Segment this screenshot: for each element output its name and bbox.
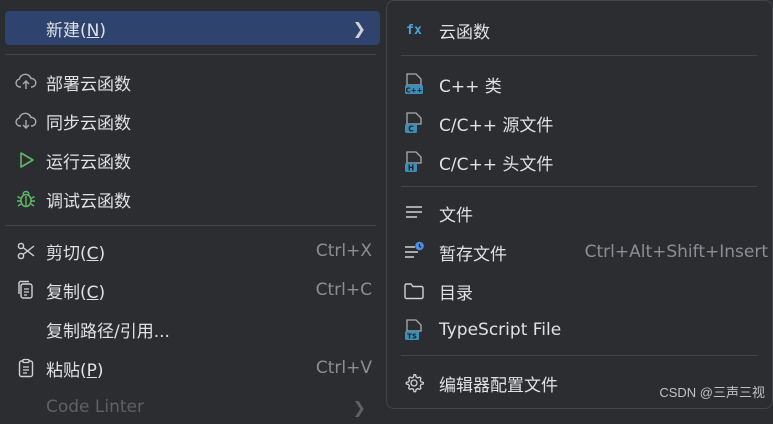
menu-item-label: 复制路径/引用... [46, 321, 170, 342]
debug-bug-icon [15, 188, 37, 210]
fx-glyph: fx [406, 22, 422, 38]
gear-icon [403, 372, 425, 394]
menu-separator [6, 225, 376, 226]
menu-separator [6, 54, 376, 55]
scissors-icon [15, 240, 37, 262]
copy-icon [15, 279, 37, 301]
menu-item-copy[interactable]: 复制(C) Ctrl+C [5, 273, 380, 307]
menu-item-code-linter[interactable]: Code Linter ❯ [5, 390, 380, 424]
menu-item-label: 剪切(C) [46, 243, 106, 264]
submenu-item-label: TypeScript File [439, 320, 562, 340]
menu-item-new[interactable]: 新建(N) ❯ [5, 11, 380, 45]
new-submenu: fx 云函数 C++ C++ 类 C C/C++ 源文件 H C/C++ 头文件… [386, 0, 773, 409]
watermark-text: CSDN @三声三视 [659, 385, 765, 400]
shortcut-text: Ctrl+C [315, 280, 372, 300]
clipboard-icon [15, 357, 37, 379]
shortcut-text: Ctrl+Alt+Shift+Insert [584, 242, 768, 262]
menu-item-label: 调试云函数 [46, 191, 131, 212]
run-play-icon [15, 149, 37, 171]
cloud-download-icon [15, 110, 37, 132]
shortcut-text: Ctrl+V [315, 358, 372, 378]
menu-item-paste[interactable]: 粘贴(P) Ctrl+V [5, 351, 380, 385]
submenu-item-label: C++ 类 [439, 76, 502, 97]
text-file-icon [403, 202, 425, 224]
menu-item-run-cloud-function[interactable]: 运行云函数 [5, 143, 380, 177]
menu-item-label: Code Linter [46, 397, 145, 417]
chevron-right-icon: ❯ [352, 397, 366, 417]
submenu-item-directory[interactable]: 目录 [393, 274, 768, 308]
menu-item-label: 运行云函数 [46, 152, 131, 173]
menu-item-label: 复制(C) [46, 282, 106, 303]
menu-separator [401, 55, 757, 56]
submenu-item-label: C/C++ 源文件 [439, 115, 554, 136]
submenu-item-label: C/C++ 头文件 [439, 154, 554, 175]
h-badge-text: H [408, 164, 414, 173]
menu-item-label: 粘贴(P) [46, 360, 104, 381]
context-menu: 新建(N) ❯ 部署云函数 同步云函数 运行云函数 调试云函数 剪切(C) Ct… [0, 0, 388, 417]
submenu-item-cpp-source[interactable]: C C/C++ 源文件 [393, 106, 768, 140]
chevron-right-icon: ❯ [352, 18, 366, 38]
c-source-file-icon: C [403, 112, 425, 134]
menu-separator [401, 355, 757, 356]
scratch-file-icon [403, 241, 425, 263]
menu-item-copy-path[interactable]: 复制路径/引用... [5, 312, 380, 346]
menu-item-debug-cloud-function[interactable]: 调试云函数 [5, 182, 380, 216]
menu-item-cut[interactable]: 剪切(C) Ctrl+X [5, 234, 380, 268]
c-header-file-icon: H [403, 151, 425, 173]
submenu-item-label: 暂存文件 [439, 244, 507, 265]
cloud-upload-icon [15, 71, 37, 93]
submenu-item-typescript-file[interactable]: TS TypeScript File [393, 313, 768, 347]
folder-icon [403, 280, 425, 302]
submenu-item-label: 云函数 [439, 22, 490, 43]
submenu-item-scratch-file[interactable]: 暂存文件 Ctrl+Alt+Shift+Insert [393, 235, 768, 269]
c-badge-text: C [408, 125, 414, 134]
menu-separator [401, 186, 757, 187]
menu-item-deploy-cloud-function[interactable]: 部署云函数 [5, 65, 380, 99]
submenu-item-cloud-function[interactable]: fx 云函数 [393, 13, 768, 47]
submenu-item-label: 目录 [439, 283, 473, 304]
cpp-badge-text: C++ [406, 87, 423, 95]
menu-item-label: 部署云函数 [46, 74, 131, 95]
shortcut-text: Ctrl+X [315, 241, 372, 261]
menu-item-sync-cloud-function[interactable]: 同步云函数 [5, 104, 380, 138]
submenu-item-label: 文件 [439, 205, 473, 226]
submenu-item-label: 编辑器配置文件 [439, 375, 558, 396]
submenu-item-file[interactable]: 文件 [393, 196, 768, 230]
typescript-file-icon: TS [403, 319, 425, 341]
menu-item-label: 同步云函数 [46, 113, 131, 134]
function-fx-icon: fx [403, 19, 425, 41]
submenu-item-cpp-header[interactable]: H C/C++ 头文件 [393, 145, 768, 179]
menu-item-new-label: 新建(N) [46, 20, 106, 41]
ts-badge-text: TS [407, 333, 417, 341]
cpp-class-file-icon: C++ [403, 73, 425, 95]
submenu-item-cpp-class[interactable]: C++ C++ 类 [393, 67, 768, 101]
